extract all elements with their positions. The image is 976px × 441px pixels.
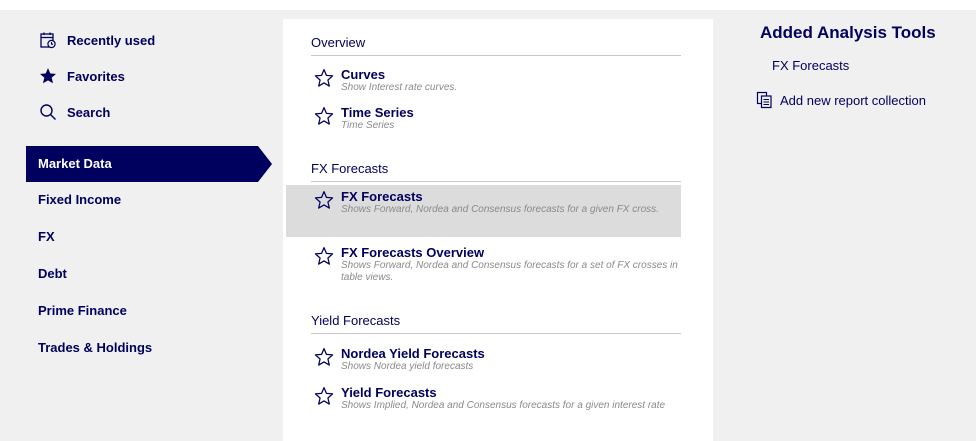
recently-used-label: Recently used xyxy=(67,32,156,48)
star-outline-icon[interactable] xyxy=(314,386,334,411)
star-outline-icon[interactable] xyxy=(314,68,334,93)
star-filled-icon xyxy=(38,66,58,86)
star-outline-icon[interactable] xyxy=(314,106,334,131)
category-debt[interactable]: Debt xyxy=(26,256,266,292)
category-label: Market Data xyxy=(38,156,112,171)
tool-title: Nordea Yield Forecasts xyxy=(341,346,485,361)
category-fixed-income[interactable]: Fixed Income xyxy=(26,182,266,218)
star-outline-icon[interactable] xyxy=(314,190,334,215)
category-label: Fixed Income xyxy=(38,192,122,207)
section-title-fx-forecasts: FX Forecasts xyxy=(311,159,681,182)
section-title-yield-forecasts: Yield Forecasts xyxy=(311,311,681,334)
tool-title: FX Forecasts Overview xyxy=(341,245,485,260)
category-prime-finance[interactable]: Prime Finance xyxy=(26,293,266,329)
tool-title: Yield Forecasts xyxy=(341,385,437,400)
added-tools-title: Added Analysis Tools xyxy=(760,23,936,42)
category-fx[interactable]: FX xyxy=(26,219,266,255)
tool-description: Time Series xyxy=(341,120,395,131)
star-outline-icon[interactable] xyxy=(314,347,334,372)
category-trades-holdings[interactable]: Trades & Holdings xyxy=(26,330,266,366)
recent-calendar-icon xyxy=(38,30,58,50)
search-label: Search xyxy=(67,104,111,120)
tool-description: Shows Forward, Nordea and Consensus fore… xyxy=(341,204,659,215)
add-report-collection-label: Add new report collection xyxy=(780,92,926,108)
tool-item-time-series[interactable]: Time Series Time Series xyxy=(306,101,681,136)
copy-collection-icon xyxy=(756,91,774,109)
active-arrow-indicator xyxy=(258,146,272,182)
tool-description: Shows Forward, Nordea and Consensus fore… xyxy=(341,260,678,283)
tool-item-curves[interactable]: Curves Show Interest rate curves. xyxy=(306,63,681,98)
tool-title: Curves xyxy=(341,67,386,82)
tool-item-yield-forecasts[interactable]: Yield Forecasts Shows Implied, Nordea an… xyxy=(306,381,681,416)
category-label: Prime Finance xyxy=(38,303,127,318)
search-icon xyxy=(38,102,58,122)
tool-title: FX Forecasts xyxy=(341,189,423,204)
tool-item-nordea-yield-forecasts[interactable]: Nordea Yield Forecasts Shows Nordea yiel… xyxy=(306,342,681,377)
tools-list-panel: Overview Curves Show Interest rate curve… xyxy=(283,19,713,441)
tool-description: Shows Implied, Nordea and Consensus fore… xyxy=(341,400,666,411)
category-label: FX xyxy=(38,229,55,244)
star-outline-icon[interactable] xyxy=(314,246,334,271)
category-label: Trades & Holdings xyxy=(38,340,153,355)
favorites-label: Favorites xyxy=(67,68,125,84)
favorites-link[interactable]: Favorites xyxy=(38,66,238,86)
add-report-collection-button[interactable]: Add new report collection xyxy=(756,91,926,109)
app-root: Recently used Favorites Search Market Da… xyxy=(0,0,976,441)
category-market-data[interactable]: Market Data xyxy=(26,146,272,182)
tool-item-fx-forecasts[interactable]: FX Forecasts Shows Forward, Nordea and C… xyxy=(286,185,681,237)
tool-title: Time Series xyxy=(341,105,414,120)
recently-used-link[interactable]: Recently used xyxy=(38,30,238,50)
tool-description: Show Interest rate curves. xyxy=(341,82,458,93)
tool-item-fx-forecasts-overview[interactable]: FX Forecasts Overview Shows Forward, Nor… xyxy=(306,241,681,288)
category-label: Debt xyxy=(38,266,67,281)
tool-description: Shows Nordea yield forecasts xyxy=(341,361,474,372)
added-tool-fx-forecasts[interactable]: FX Forecasts xyxy=(772,58,849,73)
section-title-overview: Overview xyxy=(311,33,681,56)
search-link[interactable]: Search xyxy=(38,102,238,122)
